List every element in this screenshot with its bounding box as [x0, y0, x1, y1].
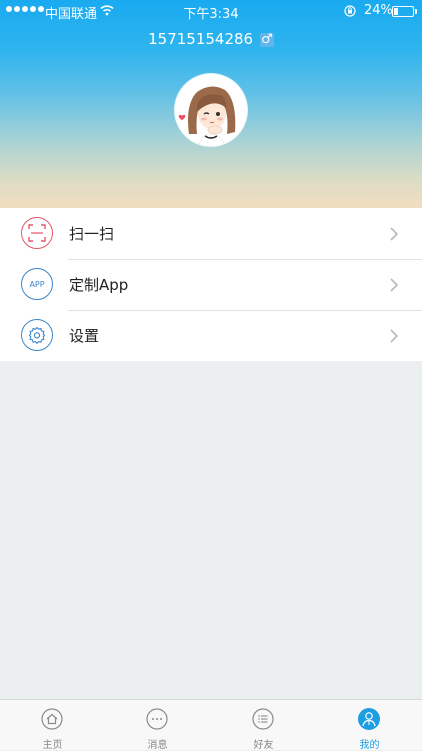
home-icon [41, 708, 63, 730]
avatar[interactable] [175, 74, 247, 146]
battery-percentage: 24% [364, 3, 393, 18]
rotation-lock-icon [344, 5, 356, 17]
chevron-right-icon [390, 278, 399, 292]
phone-number: 15715154286 [148, 30, 254, 48]
menu-item-label: 扫一扫 [69, 225, 115, 243]
tab-label: 消息 [147, 740, 168, 751]
tab-mine[interactable]: 我的 [317, 700, 422, 751]
male-gender-icon: ♂ [259, 32, 274, 47]
account-row: 15715154286 ♂ [0, 30, 422, 48]
profile-header: 中国联通 下午3:34 24% 15715154286 ♂ [0, 0, 422, 208]
tab-messages[interactable]: 消息 [105, 700, 210, 751]
profile-icon [358, 708, 380, 730]
menu-item-custom-app[interactable]: APP 定制App [0, 259, 422, 310]
friends-list-icon [252, 708, 274, 730]
app-icon: APP [21, 268, 53, 300]
tab-label: 我的 [359, 740, 380, 751]
girl-avatar-illustration [175, 74, 247, 146]
message-icon [146, 708, 168, 730]
tab-friends[interactable]: 好友 [211, 700, 316, 751]
menu-item-label: 设置 [69, 327, 100, 345]
app-icon-text: APP [29, 279, 45, 289]
chevron-right-icon [390, 227, 399, 241]
scan-icon [21, 217, 53, 249]
profile-menu: 扫一扫 APP 定制App 设置 [0, 208, 422, 361]
tab-label: 主页 [42, 740, 63, 751]
bottom-tab-bar: 主页 消息 好友 我的 [0, 699, 422, 751]
battery-icon [392, 6, 417, 17]
menu-item-label: 定制App [69, 276, 129, 294]
menu-item-scan[interactable]: 扫一扫 [0, 208, 422, 259]
status-time: 下午3:34 [183, 7, 239, 22]
chevron-right-icon [390, 329, 399, 343]
tab-home[interactable]: 主页 [0, 700, 105, 751]
tab-label: 好友 [253, 740, 274, 751]
gear-icon [21, 319, 53, 351]
menu-item-settings[interactable]: 设置 [0, 310, 422, 361]
status-bar: 中国联通 下午3:34 24% [0, 0, 422, 22]
